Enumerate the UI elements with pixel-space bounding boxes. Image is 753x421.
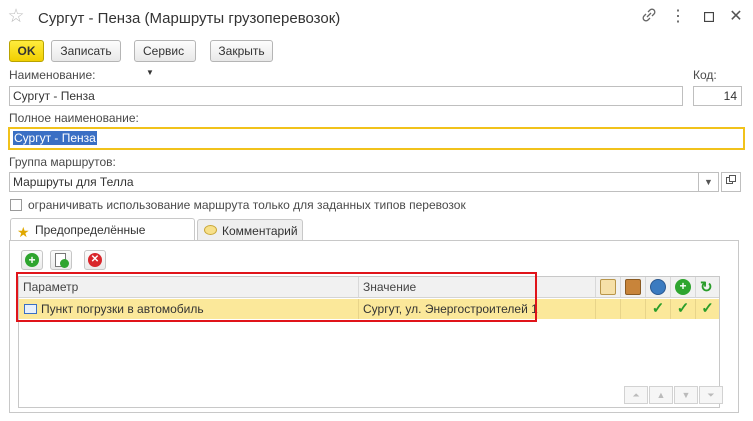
title-bar: ☆ Сургут - Пенза (Маршруты грузоперевозо… (0, 0, 753, 36)
delete-icon: ✕ (88, 253, 102, 267)
window-title: Сургут - Пенза (Маршруты грузоперевозок) (38, 10, 341, 27)
document-icon (600, 279, 616, 295)
copy-plus-icon (60, 259, 69, 268)
table-cell-empty[interactable] (621, 299, 646, 319)
table-cell-empty[interactable] (596, 299, 621, 319)
write-button[interactable]: Записать (51, 40, 121, 62)
next-page-icon[interactable]: ▼ (674, 386, 698, 404)
code-label: Код: (693, 68, 717, 82)
ok-button[interactable]: OK (9, 40, 44, 62)
first-page-icon[interactable]: ⏶ (624, 386, 648, 404)
check-icon[interactable]: ✓ (696, 299, 719, 319)
route-group-label: Группа маршрутов: (9, 155, 116, 169)
code-input[interactable]: 14 (693, 86, 742, 106)
box-icon (625, 279, 641, 295)
last-page-icon[interactable]: ⏷ (699, 386, 723, 404)
restrict-checkbox[interactable] (10, 199, 22, 211)
close-window-icon[interactable]: ✕ (724, 6, 748, 28)
check-icon[interactable]: ✓ (646, 299, 671, 319)
column-header-box[interactable] (621, 277, 646, 298)
tab-comment-label: Комментарий (222, 224, 298, 238)
check-icon[interactable]: ✓ (671, 299, 696, 319)
full-name-label: Полное наименование: (9, 111, 139, 125)
previous-page-icon[interactable]: ▲ (649, 386, 673, 404)
name-input[interactable]: Сургут - Пенза (9, 86, 683, 106)
highlight-box (16, 272, 537, 322)
service-menu-label: Сервис (143, 44, 185, 58)
dropdown-arrow-icon: ▼ (146, 68, 154, 77)
close-button[interactable]: Закрыть (210, 40, 273, 62)
full-name-input[interactable]: Сургут - Пенза (8, 127, 745, 150)
restrict-checkbox-label: ограничивать использование маршрута толь… (28, 198, 466, 212)
name-label: Наименование: (9, 68, 96, 82)
delete-row-button[interactable]: ✕ (84, 250, 106, 270)
route-group-dropdown-icon[interactable]: ▼ (699, 172, 719, 192)
comment-bubble-icon (204, 225, 217, 235)
favorite-star-icon[interactable]: ☆ (6, 7, 26, 27)
maximize-icon[interactable] (697, 6, 721, 28)
column-header-globe[interactable] (646, 277, 671, 298)
column-header-refresh[interactable]: ↻ (696, 277, 719, 298)
service-menu-button[interactable]: Сервис ▼ (134, 40, 196, 77)
column-header-document[interactable] (596, 277, 621, 298)
copy-row-button[interactable] (50, 250, 72, 270)
open-group-icon[interactable] (721, 172, 741, 192)
route-group-input[interactable]: Маршруты для Телла (9, 172, 699, 192)
full-name-selected-text: Сургут - Пенза (13, 131, 97, 145)
refresh-icon: ↻ (700, 279, 713, 296)
more-options-icon[interactable]: ⋮ (666, 6, 690, 28)
add-row-button[interactable]: + (21, 250, 43, 270)
link-icon[interactable] (637, 6, 661, 28)
add-circle-icon: + (675, 279, 691, 295)
globe-icon (650, 279, 666, 295)
column-header-add[interactable]: + (671, 277, 696, 298)
add-icon: + (25, 253, 39, 267)
